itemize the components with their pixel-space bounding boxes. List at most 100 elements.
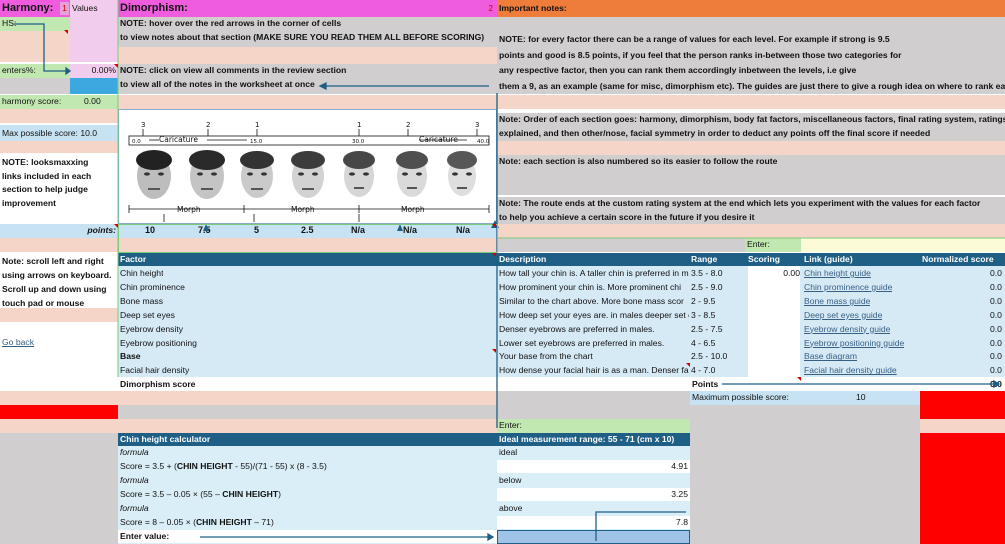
note-scroll-line: using arrows on keyboard. <box>2 270 112 280</box>
important-line-6: explained, and then other/nose, facial s… <box>497 127 1005 141</box>
factor-guide-link[interactable]: Deep set eyes guide <box>804 308 882 322</box>
comment-marker[interactable] <box>686 363 690 367</box>
max-possible-row: Maximum possible score: 10 <box>690 391 920 405</box>
note-links-line: links included in each <box>2 170 92 181</box>
blank-cell <box>118 419 497 433</box>
factor-guide-link[interactable]: Base diagram <box>804 349 857 363</box>
face-image <box>396 151 428 197</box>
factor-range: 3 - 8.5 <box>691 309 716 320</box>
factor-guide-link[interactable]: Bone mass guide <box>804 294 870 308</box>
comment-marker[interactable] <box>64 30 68 34</box>
table-row: Eyebrow positioning Lower set eyebrows ar… <box>118 335 1005 350</box>
comment-marker[interactable] <box>492 253 496 257</box>
face-image <box>136 150 172 199</box>
hs-value-cell[interactable] <box>70 17 118 62</box>
important-line-4: them a 9, as an example (same for misc, … <box>497 78 1005 94</box>
important-title: Important notes: <box>497 0 1005 17</box>
blank-cell <box>690 405 920 433</box>
factor-guide-link[interactable]: Facial hair density guide <box>804 363 897 377</box>
faces <box>136 150 477 199</box>
table-row: Base Your base from the chart 2.5 - 10.0 Ba… <box>118 349 1005 364</box>
enter-value-input[interactable] <box>497 530 690 544</box>
factor-range: 2.5 - 10.0 <box>691 351 728 362</box>
note-scroll: Note: scroll left and right using arrows… <box>2 254 118 310</box>
blank-cell <box>497 169 1005 195</box>
factor-range: 2.5 - 9.0 <box>691 281 723 292</box>
table-row: Facial hair density How dense your facial… <box>118 363 1005 378</box>
caricature-number: 2 <box>206 121 210 129</box>
enters-label: enters%: <box>0 64 70 78</box>
comment-marker[interactable] <box>492 349 496 353</box>
header-scoring: Scoring <box>748 254 780 264</box>
comment-marker[interactable] <box>114 224 118 228</box>
blank-cell <box>497 224 1005 238</box>
dimorphism-score-label: Dimorphism score <box>120 379 196 389</box>
morph-chart-svg: 3 2 1 1 2 3 Caricature Caricature 0.0 15… <box>128 121 490 222</box>
comment-marker[interactable] <box>797 377 801 381</box>
factor-scoring-input[interactable] <box>748 349 800 364</box>
formula-label: formula <box>120 503 149 513</box>
header-link: Link (guide) <box>804 254 853 264</box>
factor-description: How dense your facial hair is as a man. … <box>499 363 689 378</box>
factor-name: Eyebrow positioning <box>120 337 197 348</box>
factor-normalized: 0.0 <box>990 323 1002 334</box>
harmony-score-value: 0.00 <box>84 96 101 106</box>
note-hover-1: NOTE: hover over the red arrows in the c… <box>118 17 497 31</box>
formula-below: Score = 3.5 – 0.05 × (55 – CHIN HEIGHT) <box>120 489 281 499</box>
points-value: 10 <box>145 225 156 235</box>
blank-cell <box>0 391 118 405</box>
face-image <box>240 151 274 198</box>
comment-marker[interactable] <box>492 224 496 228</box>
factor-guide-link[interactable]: Chin prominence guide <box>804 280 892 294</box>
factor-scoring-input[interactable] <box>748 321 800 336</box>
header-factor: Factor <box>120 254 147 264</box>
factor-scoring-input[interactable] <box>748 293 800 308</box>
blank-cell <box>118 238 497 252</box>
blank-cell <box>0 419 118 433</box>
ideal-label: ideal <box>499 447 518 457</box>
points-value: N/a <box>403 225 418 235</box>
header-range: Range <box>691 254 718 264</box>
face-image <box>189 150 225 199</box>
important-line-2: points and good is 8.5 points, if you fe… <box>497 47 1005 64</box>
factor-normalized: 0.0 <box>990 337 1002 348</box>
note-scroll-line: Note: scroll left and right <box>2 256 104 266</box>
factor-guide-link[interactable]: Eyebrow density guide <box>804 322 890 336</box>
calc-range-title: Ideal measurement range: 55 - 71 (cm x 1… <box>497 433 690 446</box>
table-header: Factor Description Range Scoring Link (g… <box>118 253 1005 266</box>
blank-cell <box>0 78 70 94</box>
header-description: Description <box>499 254 547 264</box>
note-links: NOTE: looksmaxxing links included in eac… <box>2 156 118 210</box>
hs-label: HS: <box>0 17 70 31</box>
alert-cell <box>0 405 118 419</box>
enter-input[interactable] <box>801 238 1005 252</box>
important-line-5: Note: Order of each section goes: harmon… <box>497 113 1005 127</box>
important-line-8: Note: The route ends at the custom ratin… <box>497 197 1005 211</box>
enters-value[interactable]: 0.00% <box>70 64 118 78</box>
factor-scoring-input[interactable] <box>748 335 800 350</box>
factor-scoring-input[interactable] <box>748 307 800 322</box>
factor-range: 3.5 - 8.0 <box>691 268 723 278</box>
factor-scoring-input[interactable] <box>748 279 800 294</box>
factor-range: 4 - 6.5 <box>691 337 716 348</box>
comment-marker[interactable] <box>114 64 118 68</box>
factor-scoring-input[interactable]: 0.00 <box>748 266 800 280</box>
factor-guide-link[interactable]: Chin height guide <box>804 266 871 280</box>
factor-name: Facial hair density <box>120 365 190 376</box>
scale-mark: 30.0 <box>352 139 365 145</box>
go-back-link[interactable]: Go back <box>0 336 118 350</box>
dimorphism-points-row: 10 7.5 5 2.5 N/a N/a N/a <box>118 224 497 238</box>
dimorphism-title: Dimorphism: 2 <box>118 0 497 17</box>
factor-name: Chin height <box>120 268 164 278</box>
calc-enter-label: Enter: <box>497 419 690 433</box>
face-image <box>343 151 375 197</box>
harmony-index: 1 <box>60 2 69 15</box>
max-possible-label: Maximum possible score: <box>692 392 789 402</box>
factor-normalized: 0.0 <box>990 309 1002 320</box>
points-label: points: <box>0 224 118 238</box>
points-total: 0.0 <box>990 379 1002 389</box>
factor-range: 2 - 9.5 <box>691 295 716 306</box>
factor-scoring-input[interactable] <box>748 363 800 378</box>
factor-guide-link[interactable]: Eyebrow positioning guide <box>804 336 904 350</box>
progress-cell <box>70 78 118 94</box>
